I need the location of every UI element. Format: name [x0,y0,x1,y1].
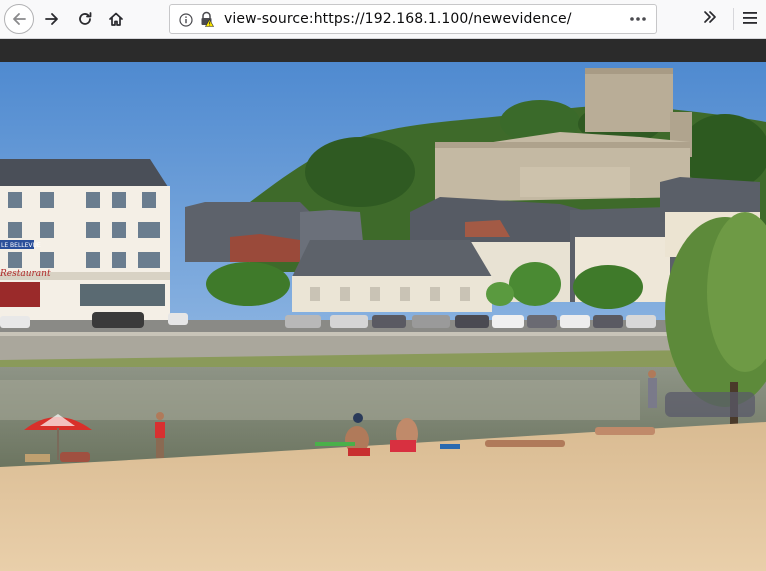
hamburger-icon [742,10,758,29]
double-chevron-icon [702,9,718,29]
url-bar[interactable]: view-source:https://192.168.1.100/newevi… [169,4,657,34]
forward-button[interactable] [37,4,67,34]
tree-cluster [305,137,415,207]
central-building [292,240,492,312]
url-text[interactable]: view-source:https://192.168.1.100/newevi… [224,11,572,27]
toolbar-separator [733,8,734,30]
home-icon [108,11,124,27]
photo-scene: LE BELLEVUE Restaurant [0,62,766,571]
home-button[interactable] [101,4,131,34]
embankment-top [0,332,700,336]
back-button[interactable] [4,4,34,34]
info-icon[interactable] [179,12,193,31]
tree [573,265,643,309]
tree [509,262,561,306]
forward-arrow-icon [44,11,60,27]
tree [206,262,290,306]
reload-icon [77,11,93,27]
restaurant-sign: Restaurant [0,269,51,279]
warning-lock-icon[interactable] [199,11,215,31]
back-arrow-icon [11,11,27,27]
tree [486,282,514,306]
page-top-band [0,39,766,62]
browser-toolbar: view-source:https://192.168.1.100/newevi… [0,0,766,39]
reload-button[interactable] [70,4,100,34]
hotel-sign: LE BELLEVUE [1,242,41,249]
overflow-button[interactable] [697,6,723,32]
river-reflection [0,380,640,420]
ellipsis-icon[interactable] [626,9,650,29]
menu-button[interactable] [739,6,761,32]
riverside-town-photo: LE BELLEVUE Restaurant [0,62,766,571]
